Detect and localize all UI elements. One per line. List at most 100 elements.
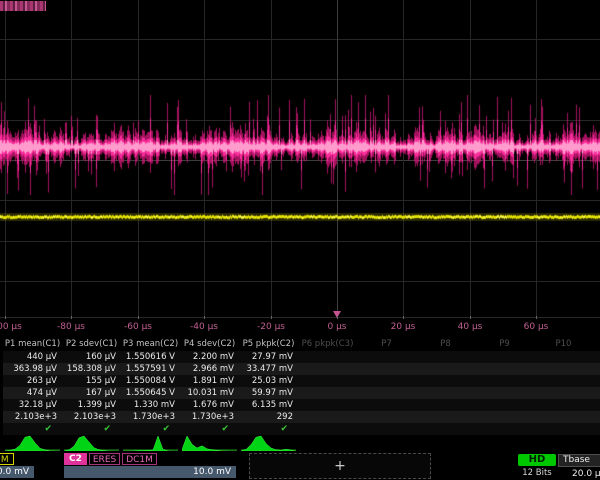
channel-c2-tag[interactable]: DC1M [122,453,157,465]
measure-value-row: 440 µV160 µV1.550616 V2.200 mV27.97 mV [3,351,600,363]
histicon-cell [357,434,416,452]
measure-value-cell: 32.18 µV [3,399,62,411]
measure-value-cell [298,375,357,387]
measure-value-cell [357,363,416,375]
waveform-graticule[interactable] [0,0,600,318]
measure-value-cell: 292 [239,411,298,423]
measure-value-cell [593,411,600,423]
measure-value-cell [534,411,593,423]
measure-value-cell: 2.966 mV [180,363,239,375]
measure-value-cell: 59.97 mV [239,387,298,399]
channel-c1-descriptor[interactable]: C1 DC1M 10.0 mV [0,453,34,479]
measure-value-row: 474 µV167 µV1.550645 V10.031 mV59.97 mV [3,387,600,399]
measure-value-cell: 2.103e+3 [62,411,121,423]
measure-value-cell [298,351,357,363]
measure-column-header[interactable]: P3 mean(C2) [121,338,180,351]
measure-column-header[interactable]: P4 sdev(C2) [180,338,239,351]
channel-c2-badge[interactable]: C2 [64,453,87,465]
time-axis-tick [204,316,205,319]
hd-label: HD [518,454,556,466]
measure-value-cell [416,411,475,423]
time-axis-label: 40 µs [458,322,483,332]
histicon-cell[interactable] [121,434,180,452]
channel-c1-header: C1 DC1M [0,453,34,465]
measure-value-cell [475,411,534,423]
histicon-chart [5,434,60,451]
histicon-cell [593,434,600,452]
histicon-cell[interactable] [239,434,298,452]
measure-value-cell [534,387,593,399]
measure-value-cell: 363.98 µV [3,363,62,375]
measure-column-header[interactable]: P8 [416,338,475,351]
waveform-traces[interactable] [0,0,600,318]
measure-value-cell: 1.550084 V [121,375,180,387]
measure-value-cell [416,399,475,411]
measure-value-cell [298,363,357,375]
measure-value-cell [298,399,357,411]
measure-value-cell: 1.730e+3 [121,411,180,423]
time-axis-label: -20 µs [257,322,285,332]
time-axis-tick [71,316,72,319]
measure-column-header[interactable]: P2 sdev(C1) [62,338,121,351]
measure-value-cell: 2.200 mV [180,351,239,363]
measure-value-row: 263 µV155 µV1.550084 V1.891 mV25.03 mV [3,375,600,387]
measure-value-cell [357,387,416,399]
measure-value-cell [357,351,416,363]
time-axis-tick [403,316,404,319]
measure-column-header[interactable]: P5 pkpk(C2) [239,338,298,351]
measure-value-row: 32.18 µV1.399 µV1.330 mV1.676 mV6.135 mV [3,399,600,411]
measure-value-cell: 158.308 µV [62,363,121,375]
timebase-label: Tbase [558,454,600,467]
hd-mode-badge[interactable]: HD 12 Bits [518,454,556,478]
measure-value-cell [534,399,593,411]
measure-column-header[interactable]: P10 [534,338,593,351]
histicon-chart [182,434,237,451]
measure-value-cell [593,399,600,411]
measure-column-header[interactable]: P1 mean(C1) [3,338,62,351]
histicon-cell [298,434,357,452]
measure-value-cell: 474 µV [3,387,62,399]
measure-value-cell: 2.103e+3 [3,411,62,423]
measure-value-cell: 1.550645 V [121,387,180,399]
measure-value-cell [416,387,475,399]
measure-value-cell: 33.477 mV [239,363,298,375]
measure-value-cell [475,351,534,363]
measure-column-header[interactable]: P9 [475,338,534,351]
measure-value-cell: 6.135 mV [239,399,298,411]
measure-value-cell: 1.550616 V [121,351,180,363]
histicon-cell [534,434,593,452]
channel-c1-scale[interactable]: 10.0 mV [0,466,34,478]
measure-column-header[interactable]: P11 [593,338,600,351]
measure-column-header[interactable]: P6 pkpk(C3) [298,338,357,351]
measure-value-cell [357,375,416,387]
measure-value-cell [534,351,593,363]
histicon-cell[interactable] [3,434,62,452]
measure-value-cell: 1.730e+3 [180,411,239,423]
histicon-cell[interactable] [180,434,239,452]
time-axis-label: -100 µs [0,322,22,332]
measure-value-cell [593,363,600,375]
measure-value-cell: 1.891 mV [180,375,239,387]
measure-value-cell [357,399,416,411]
time-axis-tick [138,316,139,319]
channel-c2-tag[interactable]: ERES [89,453,120,465]
timebase-descriptor[interactable]: Tbase 20.0 µs [558,454,600,480]
histicon-cell[interactable] [62,434,121,452]
time-axis-tick [337,316,338,319]
timebase-value: 20.0 µs [558,468,600,480]
channel-c2-scale[interactable]: 10.0 mV [64,466,236,478]
measure-value-cell: 263 µV [3,375,62,387]
measure-value-cell [298,387,357,399]
measure-value-cell: 160 µV [62,351,121,363]
time-axis-tick [271,316,272,319]
measure-value-cell: 167 µV [62,387,121,399]
measure-value-cell [298,411,357,423]
channel-c2-descriptor[interactable]: C2 ERESDC1M 10.0 mV [64,453,236,479]
measure-column-header[interactable]: P7 [357,338,416,351]
add-trace-button[interactable]: + [249,453,431,479]
measure-value-cell [416,351,475,363]
channel-c1-coupling[interactable]: DC1M [0,453,14,465]
channel-c2-header: C2 ERESDC1M [64,453,236,465]
measure-value-cell: 440 µV [3,351,62,363]
time-axis-label: 60 µs [524,322,549,332]
